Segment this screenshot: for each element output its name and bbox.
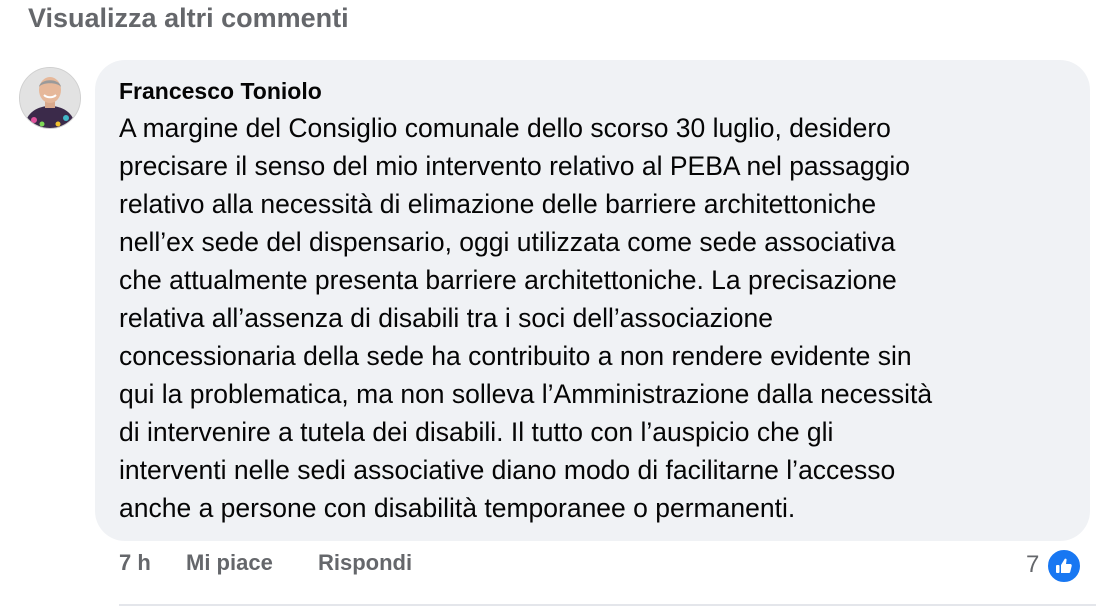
reply-button[interactable]: Rispondi <box>318 550 412 576</box>
comment-text-line: relativo alla necessità di elimazione de… <box>119 189 877 219</box>
user-avatar-icon <box>20 68 80 128</box>
comment-text-line: precisare il senso del mio intervento re… <box>119 151 911 181</box>
comment-text-line: di intervenire a tutela dei disabili. Il… <box>119 417 834 447</box>
comment-author-name[interactable]: Francesco Toniolo <box>119 78 322 105</box>
comment-text-line: che attualmente presenta barriere archit… <box>119 265 897 295</box>
comment-timestamp[interactable]: 7 h <box>119 550 151 576</box>
thumbs-up-icon <box>1046 548 1082 584</box>
comment-bubble: Francesco Toniolo A margine del Consigli… <box>95 60 1090 541</box>
comment-text-line: relativa all’assenza di disabili tra i s… <box>119 303 773 333</box>
reaction-count: 7 <box>1026 551 1040 578</box>
comment-text-line: concessionaria della sede ha contribuito… <box>119 341 912 371</box>
avatar[interactable] <box>19 67 81 129</box>
comment-text-line: nell’ex sede del dispensario, oggi utili… <box>119 227 896 257</box>
comment-text-line: A margine del Consiglio comunale dello s… <box>119 113 891 143</box>
view-more-comments-link[interactable]: Visualizza altri commenti <box>28 3 349 34</box>
comment-text-line: anche a persone con disabilità temporane… <box>119 493 796 523</box>
divider <box>119 604 1096 606</box>
comment-text: A margine del Consiglio comunale dello s… <box>119 109 1079 527</box>
comment-text-line: qui la problematica, ma non solleva l’Am… <box>119 379 933 409</box>
comment-text-line: interventi nelle sedi associative diano … <box>119 455 896 485</box>
like-button[interactable]: Mi piace <box>186 550 273 576</box>
